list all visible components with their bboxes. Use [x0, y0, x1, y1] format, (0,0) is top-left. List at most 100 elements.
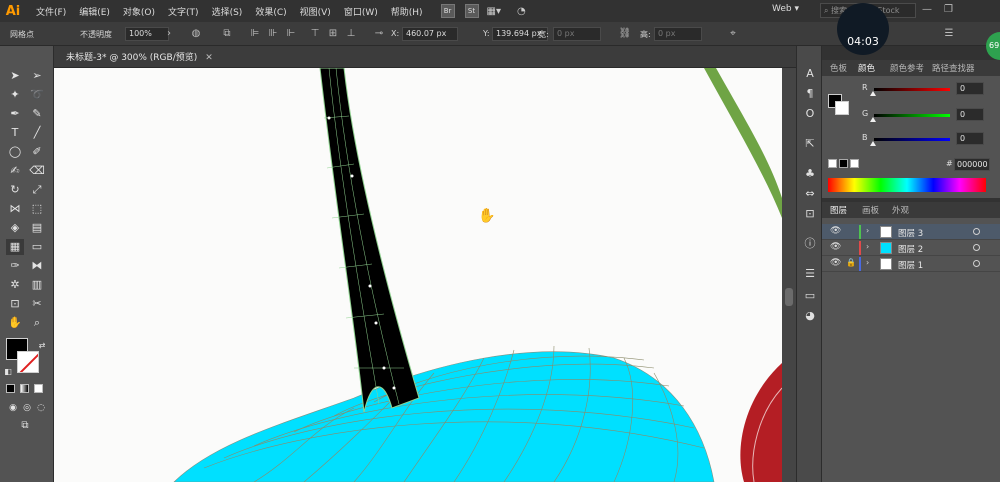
restore-icon[interactable]: ❐: [944, 4, 953, 15]
eyedropper-tool-icon[interactable]: ✑: [6, 258, 24, 274]
color-spectrum[interactable]: [828, 178, 986, 192]
align-bottom-icon[interactable]: ⊥: [344, 27, 358, 41]
expand-arrow-icon[interactable]: ›: [866, 226, 869, 235]
slider-r-thumb[interactable]: [870, 91, 876, 96]
align-right-icon[interactable]: ⊩: [284, 27, 298, 41]
menu-type[interactable]: 文字(T): [168, 5, 199, 18]
mesh-tool-icon[interactable]: ▦: [6, 239, 24, 255]
transparency-panel-icon[interactable]: ◕: [801, 308, 819, 324]
align-panel-icon[interactable]: ⊡: [801, 206, 819, 222]
layer-name[interactable]: 图层 1: [898, 259, 923, 271]
slider-g-value[interactable]: 0: [956, 108, 984, 121]
slider-r-value[interactable]: 0: [956, 82, 984, 95]
gpu-performance-icon[interactable]: ◔: [517, 6, 526, 17]
visibility-eye-icon[interactable]: 👁: [830, 242, 841, 252]
menu-object[interactable]: 对象(O): [123, 5, 155, 18]
scrollbar-thumb[interactable]: [785, 288, 793, 306]
shape-builder-tool-icon[interactable]: ◈: [6, 220, 24, 236]
symbol-sprayer-tool-icon[interactable]: ✲: [6, 277, 24, 293]
slider-b[interactable]: B 0: [822, 132, 1000, 146]
export-panel-icon[interactable]: ⇱: [801, 136, 819, 152]
free-transform-tool-icon[interactable]: ⬚: [28, 201, 46, 217]
direct-selection-tool-icon[interactable]: ➢: [28, 68, 46, 84]
menu-file[interactable]: 文件(F): [36, 5, 66, 18]
lasso-tool-icon[interactable]: ➰: [28, 87, 46, 103]
eraser-tool-icon[interactable]: ⌫: [28, 163, 46, 179]
gradient-panel-icon[interactable]: ▭: [801, 288, 819, 304]
slider-r-track[interactable]: [874, 88, 950, 91]
width-input[interactable]: 0 px: [553, 27, 601, 41]
artboard-tool-icon[interactable]: ⊡: [6, 296, 24, 312]
layer-name[interactable]: 图层 3: [898, 227, 923, 239]
magic-wand-tool-icon[interactable]: ✦: [6, 87, 24, 103]
bridge-button[interactable]: Br: [440, 4, 455, 18]
zoom-tool-icon[interactable]: ⌕: [28, 315, 46, 331]
color-mode-swatch[interactable]: [6, 384, 15, 393]
slider-b-track[interactable]: [874, 138, 950, 141]
document-tab[interactable]: 未标题-3* @ 300% (RGB/预览) ✕: [62, 50, 217, 66]
link-icon[interactable]: ⛓: [618, 27, 632, 41]
transform-panel-icon[interactable]: ⇔: [801, 186, 819, 202]
scale-tool-icon[interactable]: ⤢: [28, 182, 46, 198]
opentype-panel-icon[interactable]: O: [801, 106, 819, 122]
layer-row-3[interactable]: 👁 › 图层 3: [822, 224, 1000, 240]
menu-effect[interactable]: 效果(C): [255, 5, 286, 18]
vertical-scrollbar[interactable]: [782, 68, 796, 482]
layer-row-2[interactable]: 👁 › 图层 2: [822, 240, 1000, 256]
screen-mode-icon[interactable]: ⧉: [16, 418, 34, 434]
fit-artboard-icon[interactable]: ⌖: [726, 27, 740, 41]
hand-tool-icon[interactable]: ✋: [6, 315, 24, 331]
blend-tool-icon[interactable]: ⧓: [28, 258, 46, 274]
pen-tool-icon[interactable]: ✒: [6, 106, 24, 122]
visibility-eye-icon[interactable]: 👁: [830, 258, 841, 268]
stroke-color-swatch[interactable]: [17, 351, 39, 373]
gradient-mode-swatch[interactable]: [20, 384, 29, 393]
width-tool-icon[interactable]: ⋈: [6, 201, 24, 217]
none-mode-swatch[interactable]: [34, 384, 43, 393]
slider-r[interactable]: R 0: [822, 82, 1000, 96]
ellipse-tool-icon[interactable]: ◯: [6, 144, 24, 160]
info-panel-icon[interactable]: ⓘ: [801, 236, 819, 252]
stroke-panel-icon[interactable]: ☰: [801, 266, 819, 282]
paintbrush-tool-icon[interactable]: ✐: [28, 144, 46, 160]
graph-tool-icon[interactable]: ▥: [28, 277, 46, 293]
expand-arrow-icon[interactable]: ›: [866, 258, 869, 267]
rotate-tool-icon[interactable]: ↻: [6, 182, 24, 198]
menu-view[interactable]: 视图(V): [300, 5, 331, 18]
x-input[interactable]: 460.07 px: [402, 27, 458, 41]
tab-color[interactable]: 颜色: [858, 62, 875, 74]
align-top-icon[interactable]: ⊤: [308, 27, 322, 41]
artboard-canvas[interactable]: ✋: [54, 68, 782, 482]
selection-tool-icon[interactable]: ➤: [6, 68, 24, 84]
layer-target-icon[interactable]: [973, 228, 980, 235]
layer-name[interactable]: 图层 2: [898, 243, 923, 255]
lock-icon[interactable]: 🔒: [846, 258, 856, 267]
anchor-convert-icon[interactable]: ⊸: [372, 27, 386, 41]
workspace-switcher[interactable]: Web ▾: [772, 4, 799, 14]
paragraph-panel-icon[interactable]: ¶: [801, 86, 819, 102]
draw-inside-icon[interactable]: ◌: [32, 400, 50, 416]
type-tool-icon[interactable]: T: [6, 125, 24, 141]
gradient-tool-icon[interactable]: ▭: [28, 239, 46, 255]
menu-select[interactable]: 选择(S): [212, 5, 243, 18]
layer-row-1[interactable]: 👁 🔒 › 图层 1: [822, 256, 1000, 272]
black-color-chip[interactable]: [839, 159, 848, 168]
hex-input[interactable]: 000000: [954, 158, 990, 171]
height-input[interactable]: 0 px: [654, 27, 702, 41]
slider-g-thumb[interactable]: [870, 117, 876, 122]
curvature-tool-icon[interactable]: ✎: [28, 106, 46, 122]
menu-help[interactable]: 帮助(H): [391, 5, 423, 18]
perspective-grid-tool-icon[interactable]: ▤: [28, 220, 46, 236]
layer-target-icon[interactable]: [973, 244, 980, 251]
visibility-eye-icon[interactable]: 👁: [830, 226, 841, 236]
close-tab-icon[interactable]: ✕: [205, 53, 213, 63]
shaper-tool-icon[interactable]: ✍: [6, 163, 24, 179]
align-middle-icon[interactable]: ⊞: [326, 27, 340, 41]
arrange-documents-icon[interactable]: ▦▾: [487, 6, 501, 17]
slider-g[interactable]: G 0: [822, 108, 1000, 122]
transform-icon[interactable]: ⧉: [220, 27, 234, 41]
default-colors-icon[interactable]: ◧: [2, 364, 14, 380]
menu-edit[interactable]: 编辑(E): [79, 5, 110, 18]
none-color-chip[interactable]: [828, 159, 837, 168]
menu-window[interactable]: 窗口(W): [344, 5, 378, 18]
